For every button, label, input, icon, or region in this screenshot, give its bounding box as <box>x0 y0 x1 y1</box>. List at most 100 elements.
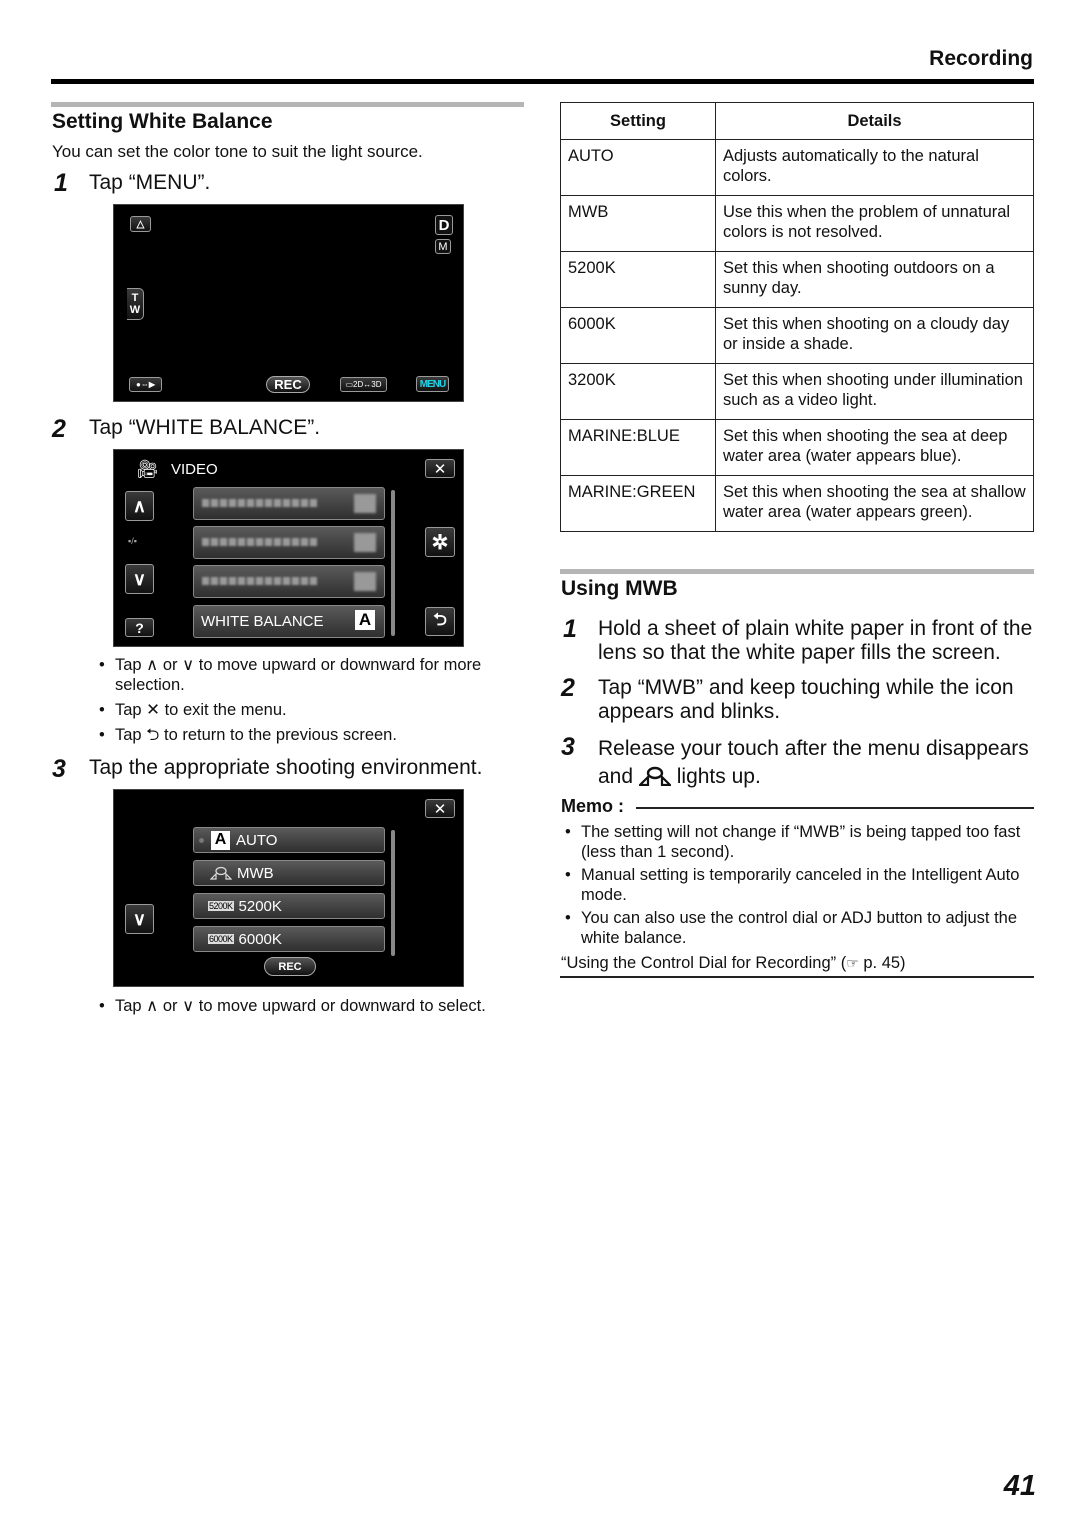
details-cell: Set this when shooting the sea at deep w… <box>715 419 1034 476</box>
playback-mode-button[interactable]: ●⇔▶ <box>129 377 162 392</box>
wb-option-5200k[interactable]: 5200K 5200K <box>193 893 385 919</box>
menu-header: VIDEO <box>171 461 218 478</box>
step-text: Tap the appropriate shooting environment… <box>89 756 483 779</box>
2d-3d-label: 2D↔3D <box>353 380 382 389</box>
memo-bottom-rule <box>560 976 1034 978</box>
section-rule <box>51 102 524 107</box>
section-rule <box>560 569 1034 574</box>
table-row: MWB Use this when the problem of unnatura… <box>560 195 1034 252</box>
option-label: 6000K <box>238 930 282 948</box>
step-number: 3 <box>561 733 575 761</box>
table-row: 5200K Set this when shooting outdoors on … <box>560 251 1034 308</box>
step-number: 2 <box>52 415 66 443</box>
help-button[interactable]: ? <box>125 618 154 637</box>
memo-item: You can also use the control dial or ADJ… <box>563 908 1038 948</box>
setting-cell: MARINE:GREEN <box>560 475 716 532</box>
intro-text: You can set the color tone to suit the l… <box>52 142 423 161</box>
menu-item-blurred[interactable] <box>193 487 385 520</box>
table-row: 3200K Set this when shooting under illumi… <box>560 363 1034 420</box>
scrollbar[interactable] <box>391 830 395 956</box>
memo-list: The setting will not change if “MWB” is … <box>563 822 1038 951</box>
step-text: Tap “MENU”. <box>89 171 211 194</box>
w-label: W <box>129 304 141 316</box>
auto-a-icon: A <box>211 830 230 850</box>
blurred-icon <box>354 533 376 552</box>
header-rule <box>51 79 1034 84</box>
reference-link[interactable]: “Using the Control Dial for Recording” (… <box>561 954 906 973</box>
blurred-label <box>202 538 317 546</box>
column-header: Setting <box>560 102 716 140</box>
menu-label: MENU <box>419 378 446 390</box>
rec-label: REC <box>278 960 302 973</box>
table-row: 6000K Set this when shooting on a cloudy … <box>560 307 1034 364</box>
wb-option-mwb[interactable]: MWB <box>193 860 385 886</box>
6000k-icon: 6000K <box>208 934 234 944</box>
help-label: ? <box>135 619 144 636</box>
rec-button[interactable]: REC <box>266 376 310 393</box>
note-item: Tap ⮌ to return to the previous screen. <box>97 725 527 745</box>
option-label: 5200K <box>238 897 282 915</box>
white-balance-table: Setting Details AUTO Adjusts automaticall… <box>560 102 1034 532</box>
table-row: MARINE:BLUE Set this when shooting the se… <box>560 419 1034 476</box>
blurred-label <box>202 577 317 585</box>
rec-button[interactable]: REC <box>264 957 316 976</box>
details-cell: Adjusts automatically to the natural col… <box>715 139 1034 196</box>
note-item: Tap ∧ or ∨ to move upward or downward to… <box>97 996 527 1016</box>
option-label: AUTO <box>236 831 278 849</box>
setting-cell: AUTO <box>560 139 716 196</box>
menu-item-white-balance[interactable]: WHITE BALANCE A <box>193 605 385 638</box>
blurred-label <box>202 499 317 507</box>
details-cell: Set this when shooting outdoors on a sun… <box>715 251 1034 308</box>
scrollbar[interactable] <box>391 490 395 636</box>
camera-screen-menu: 🎥︎ VIDEO ✕ ∧ ▪/▪ ∨ ? WHITE BALANCE A ✲ ⮌ <box>113 449 464 647</box>
close-button[interactable]: ✕ <box>425 799 455 818</box>
scroll-up-button[interactable]: ∧ <box>125 491 154 521</box>
table-row: AUTO Adjusts automatically to the natural… <box>560 139 1034 196</box>
section-title: Using MWB <box>561 577 678 600</box>
auto-a-icon: A <box>355 610 375 630</box>
wb-option-6000k[interactable]: 6000K 6000K <box>193 926 385 952</box>
back-button[interactable]: ⮌ <box>425 607 455 636</box>
step-text: Tap “MWB” and keep touching while the ic… <box>598 676 1014 723</box>
menu-item-blurred[interactable] <box>193 565 385 598</box>
camera-screen-record: △ D M T W ●⇔▶ REC ▭ 2D↔3D MENU <box>113 204 464 402</box>
2d-3d-button[interactable]: ▭ 2D↔3D <box>340 377 387 392</box>
memo-title: Memo : <box>561 796 624 816</box>
scroll-down-button[interactable]: ∨ <box>125 904 154 934</box>
mwb-icon <box>637 766 673 787</box>
step-text: Hold a sheet of plain white paper in fro… <box>598 617 1033 664</box>
step-text: Release your touch after the menu disapp… <box>598 735 1038 791</box>
memo-item: The setting will not change if “MWB” is … <box>563 822 1038 862</box>
step2-notes: Tap ∧ or ∨ to move upward or downward fo… <box>97 655 527 750</box>
page-indicator: ▪/▪ <box>128 536 137 546</box>
storage-d-icon: D <box>435 215 453 235</box>
scene-icon[interactable]: △ <box>130 216 151 232</box>
section-title: Setting White Balance <box>52 110 273 133</box>
reference-text: “Using the Control Dial for Recording” ( <box>561 954 847 972</box>
memo-rule <box>636 807 1034 809</box>
scroll-down-button[interactable]: ∨ <box>125 564 154 594</box>
step3-notes: Tap ∧ or ∨ to move upward or downward to… <box>97 996 527 1021</box>
reference-page: p. 45) <box>863 954 906 972</box>
setting-cell: 6000K <box>560 307 716 364</box>
menu-button[interactable]: MENU <box>416 376 449 392</box>
note-item: Tap ∧ or ∨ to move upward or downward fo… <box>97 655 527 695</box>
details-cell: Set this when shooting on a cloudy day o… <box>715 307 1034 364</box>
m-label: M <box>438 240 448 253</box>
manual-m-icon: M <box>435 239 451 254</box>
step-number: 1 <box>54 169 68 197</box>
menu-item-blurred[interactable] <box>193 526 385 559</box>
pointing-hand-icon: ☞ <box>846 955 859 971</box>
setting-cell: 3200K <box>560 363 716 420</box>
wb-option-auto[interactable]: A AUTO <box>193 827 385 853</box>
camera-screen-white-balance: ✕ ∨ A AUTO MWB 5200K 5200K 6000K 6000K R… <box>113 789 464 987</box>
step-number: 1 <box>563 615 577 643</box>
close-button[interactable]: ✕ <box>425 459 455 478</box>
details-cell: Use this when the problem of unnatural c… <box>715 195 1034 252</box>
settings-gear-button[interactable]: ✲ <box>425 527 455 557</box>
5200k-icon: 5200K <box>208 901 234 911</box>
details-cell: Set this when shooting the sea at shallo… <box>715 475 1034 532</box>
blurred-icon <box>354 494 376 513</box>
zoom-tw-button[interactable]: T W <box>127 288 144 320</box>
section-header: Recording <box>929 47 1033 70</box>
